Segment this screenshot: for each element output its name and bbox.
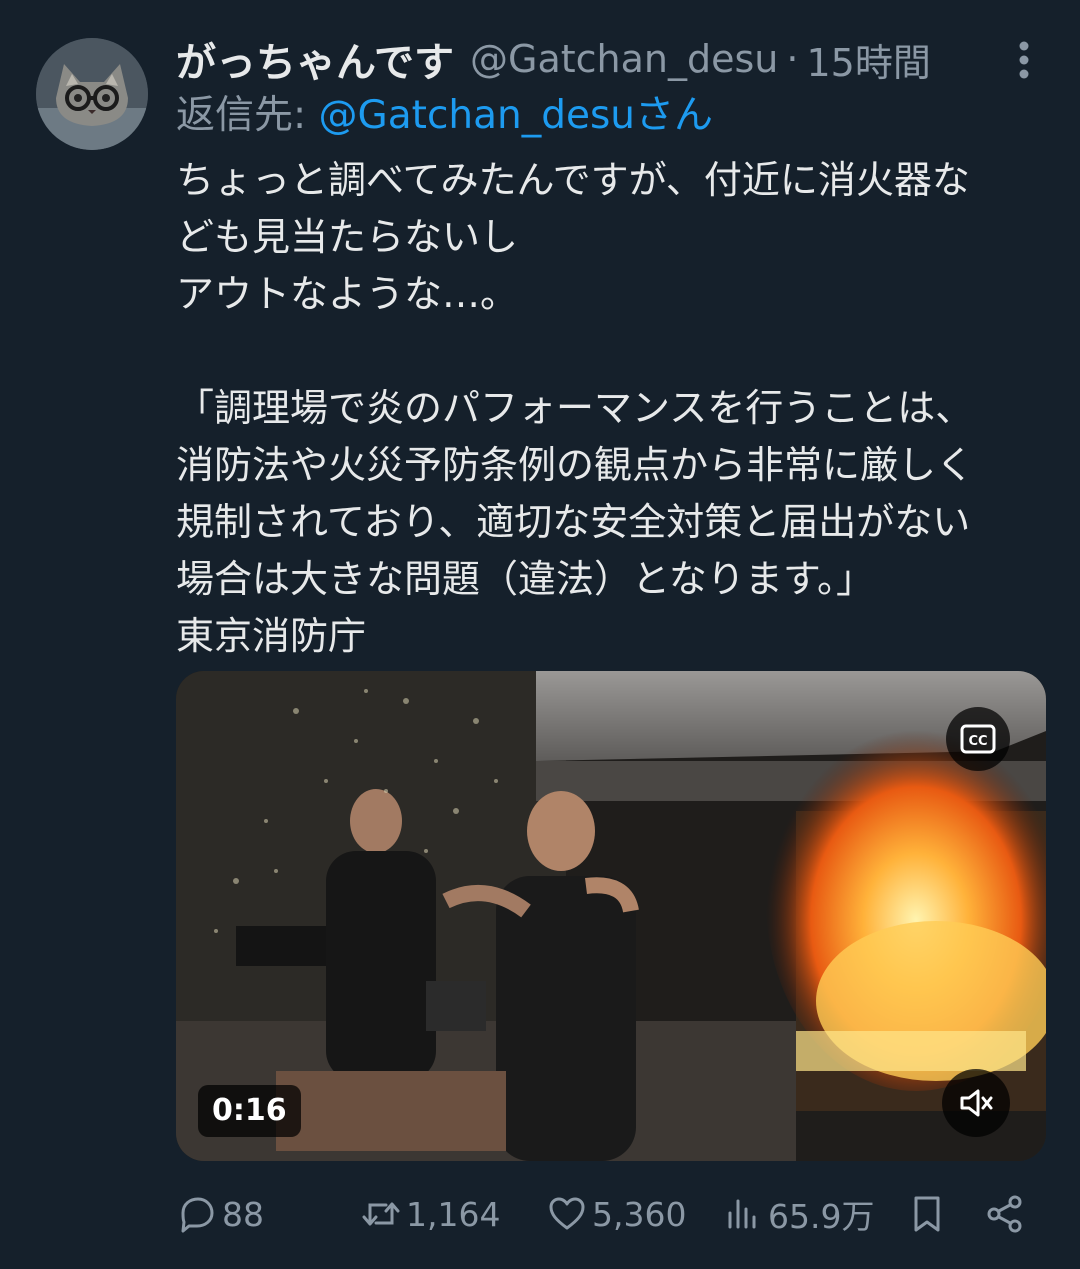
like-icon xyxy=(549,1197,585,1230)
video-frame xyxy=(176,671,1046,1161)
video-duration: 0:16 xyxy=(198,1085,301,1137)
bookmark-icon xyxy=(914,1196,940,1232)
video-player[interactable]: CC 0:16 xyxy=(176,671,1046,1161)
tweet-text-line: ちょっと調べてみたんですが、付近に消火器な xyxy=(176,158,970,202)
mute-button[interactable] xyxy=(942,1069,1010,1137)
reply-handle-link[interactable]: @Gatchan_desuさん xyxy=(319,93,713,138)
tweet-text: ちょっと調べてみたんですが、付近に消火器な ども見当たらないし アウトなような…… xyxy=(176,152,1046,665)
display-name[interactable]: がっちゃんです xyxy=(176,30,454,88)
svg-text:CC: CC xyxy=(968,734,987,749)
tweet-text-line: ども見当たらないし xyxy=(176,215,519,259)
avatar[interactable] xyxy=(36,38,148,150)
retweet-button[interactable]: 1,164 xyxy=(360,1188,500,1240)
like-button[interactable]: 5,360 xyxy=(546,1188,686,1240)
tweet-text-line: アウトなような…。 xyxy=(176,272,519,316)
share-icon xyxy=(987,1195,1022,1233)
tweet-text-line: 規制されており、適切な安全対策と届出がない xyxy=(176,500,971,544)
views-icon xyxy=(728,1199,756,1229)
closed-captions-icon: CC xyxy=(960,724,996,754)
tweet-actions: 88 1,164 5,360 65.9万 xyxy=(176,1188,1046,1240)
reply-count: 88 xyxy=(222,1194,264,1234)
timestamp[interactable]: 15時間 xyxy=(806,32,930,87)
separator-dot: · xyxy=(786,37,799,81)
view-count: 65.9万 xyxy=(768,1197,875,1236)
tweet: がっちゃんです @Gatchan_desu · 15時間 返信先: @Gatch… xyxy=(0,0,1080,1269)
retweet-icon xyxy=(362,1202,400,1226)
reply-icon xyxy=(181,1197,214,1233)
tweet-text-line: 「調理場で炎のパフォーマンスを行うことは、 xyxy=(176,386,974,430)
like-count: 5,360 xyxy=(592,1194,687,1234)
reply-button[interactable]: 88 xyxy=(176,1188,264,1240)
tweet-text-line: 場合は大きな問題（違法）となります。」 xyxy=(176,557,875,601)
views-button[interactable]: 65.9万 xyxy=(722,1188,874,1240)
share-button[interactable] xyxy=(984,1188,1026,1240)
avatar-cat-image xyxy=(36,38,148,150)
user-handle[interactable]: @Gatchan_desu xyxy=(470,37,778,81)
captions-button[interactable]: CC xyxy=(946,707,1010,771)
bookmark-button[interactable] xyxy=(906,1188,948,1240)
tweet-header: がっちゃんです @Gatchan_desu · 15時間 xyxy=(176,30,996,88)
tweet-text-line: 消防法や火災予防条例の観点から非常に厳しく xyxy=(176,443,975,487)
more-options-icon[interactable] xyxy=(1002,40,1046,80)
reply-context: 返信先: @Gatchan_desuさん xyxy=(176,88,713,144)
retweet-count: 1,164 xyxy=(406,1194,501,1234)
speaker-muted-icon xyxy=(960,1089,993,1117)
reply-label: 返信先: xyxy=(176,93,319,138)
tweet-text-line: 東京消防庁 xyxy=(176,614,367,658)
